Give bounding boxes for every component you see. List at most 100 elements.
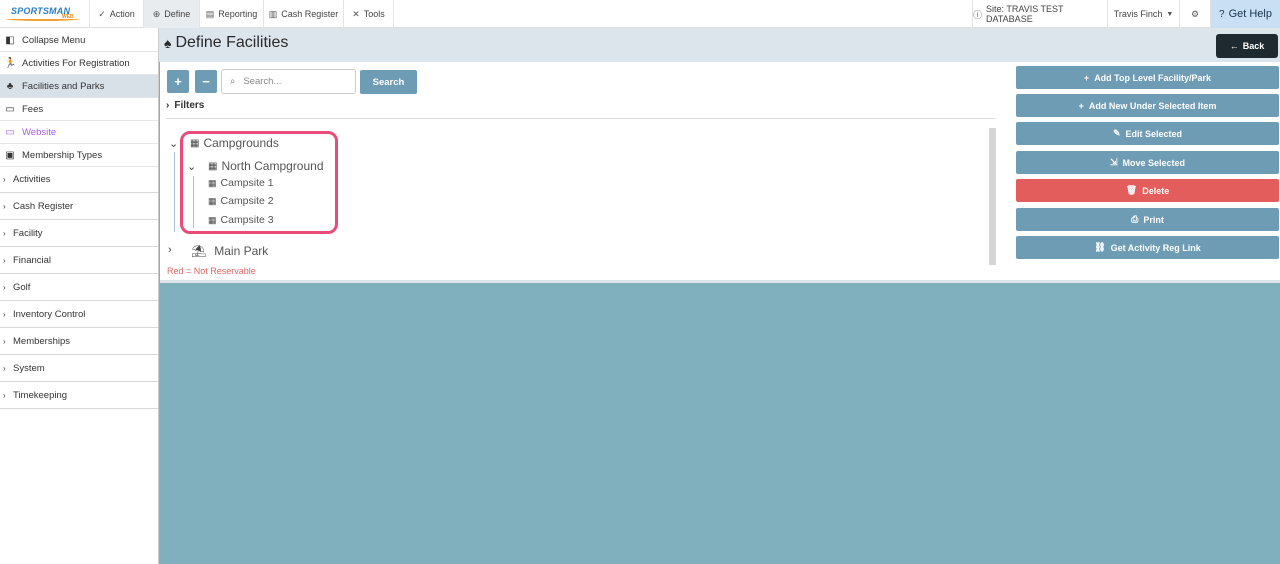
document-icon: ▤ <box>205 8 215 19</box>
action-label: Add Top Level Facility/Park <box>1094 72 1212 83</box>
minus-icon: − <box>202 74 210 89</box>
chevron-right-icon: › <box>3 336 6 346</box>
nav-action[interactable]: ✓ Action <box>90 0 144 28</box>
site-selector[interactable]: ⓘ Site: TRAVIS TEST DATABASE <box>972 0 1108 28</box>
nav-reporting[interactable]: ▤ Reporting <box>200 0 264 28</box>
plus-icon: + <box>1078 100 1084 111</box>
sidebar-item-facilities-and-parks[interactable]: ♣ Facilities and Parks <box>0 75 158 98</box>
action-label: Get Activity Reg Link <box>1110 242 1201 253</box>
site-label: Site: TRAVIS TEST DATABASE <box>986 4 1064 24</box>
plus-icon: + <box>1083 72 1090 83</box>
sidebar-group-system[interactable]: › System <box>0 355 158 382</box>
action-label: Print <box>1143 214 1164 225</box>
tree-guide-line <box>174 152 175 232</box>
sportsman-logo[interactable]: SPORTSMAN WEB <box>0 0 90 28</box>
sidebar-group-label: Inventory Control <box>13 308 86 320</box>
chevron-right-icon: › <box>3 174 6 184</box>
chevron-right-icon: › <box>3 201 6 211</box>
add-top-level-button[interactable]: + Add Top Level Facility/Park <box>1016 66 1279 89</box>
collapse-icon: ◧ <box>5 34 15 46</box>
browser-icon: ▭ <box>5 126 15 138</box>
print-button[interactable]: ⎙ Print <box>1016 208 1279 231</box>
search-button[interactable]: Search <box>360 70 417 94</box>
action-label: Delete <box>1142 185 1170 196</box>
sidebar-item-collapse-menu[interactable]: ◧ Collapse Menu <box>0 29 158 52</box>
nav-reporting-label: Reporting <box>218 9 258 19</box>
search-input[interactable]: ⌕ Search... <box>221 69 356 94</box>
arrow-left-icon: ← <box>1229 41 1239 51</box>
page-title: ♠ Define Facilities <box>164 34 288 52</box>
chevron-right-icon: › <box>166 100 170 111</box>
sidebar-item-label: Membership Types <box>22 149 103 161</box>
top-navbar: SPORTSMAN WEB ✓ Action ⊕ Define ▤ Report… <box>0 0 1280 28</box>
sidebar-group-label: Cash Register <box>13 200 74 212</box>
nav-define[interactable]: ⊕ Define <box>144 0 200 28</box>
sidebar-item-label: Facilities and Parks <box>22 80 105 92</box>
pointer-icon: ⇲ <box>1109 157 1118 167</box>
caret-down-icon: ▼ <box>1166 10 1174 18</box>
back-button[interactable]: ← Back <box>1216 34 1278 58</box>
page-header <box>159 28 1280 62</box>
chevron-right-icon: › <box>3 282 6 292</box>
sidebar-group-label: Financial <box>13 254 52 266</box>
sidebar-group-inventory-control[interactable]: › Inventory Control <box>0 301 158 328</box>
sidebar-group-facility[interactable]: › Facility <box>0 220 158 247</box>
sidebar-group-golf[interactable]: › Golf <box>0 274 158 301</box>
sidebar-item-label: Website <box>22 126 57 138</box>
chevron-right-icon: › <box>3 255 6 265</box>
sidebar-group-cash-register[interactable]: › Cash Register <box>0 193 158 220</box>
nav-tools[interactable]: ✕ Tools <box>344 0 394 28</box>
chevron-right-icon: › <box>3 228 6 238</box>
action-label: Add New Under Selected Item <box>1088 100 1217 111</box>
sidebar-group-timekeeping[interactable]: › Timekeeping <box>0 382 158 409</box>
nav-cash-register[interactable]: ▥ Cash Register <box>264 0 344 28</box>
sidebar-group-label: Golf <box>13 281 31 293</box>
filters-toggle[interactable]: › Filters <box>166 100 204 111</box>
tree-icon: ♠ <box>164 35 172 51</box>
chevron-right-icon[interactable]: › <box>168 244 172 256</box>
tree-node-main-park[interactable]: ⛱ Main Park <box>191 244 268 258</box>
sidebar-item-fees[interactable]: ▭ Fees <box>0 98 158 121</box>
highlight-annotation <box>180 131 338 234</box>
trash-icon: 🗑 <box>1125 185 1138 195</box>
sidebar-item-website[interactable]: ▭ Website <box>0 121 158 144</box>
sidebar-group-activities[interactable]: › Activities <box>0 166 158 193</box>
move-selected-button[interactable]: ⇲ Move Selected <box>1016 151 1279 174</box>
search-placeholder: Search... <box>243 76 282 87</box>
page-title-text: Define Facilities <box>175 34 289 51</box>
check-icon: ✓ <box>98 8 106 19</box>
sidebar-group-label: System <box>13 362 45 374</box>
sidebar-group-label: Facility <box>13 227 43 239</box>
nav-tools-label: Tools <box>363 9 385 19</box>
delete-button[interactable]: 🗑 Delete <box>1016 179 1279 202</box>
collapse-all-button[interactable]: − <box>195 70 217 93</box>
tree-scrollbar[interactable] <box>989 128 996 265</box>
user-menu[interactable]: Travis Finch ▼ <box>1108 0 1180 28</box>
sidebar-group-memberships[interactable]: › Memberships <box>0 328 158 355</box>
chevron-right-icon: › <box>3 363 6 373</box>
park-icon: ⛱ <box>191 244 207 258</box>
plus-icon: + <box>174 74 182 89</box>
plus-circle-icon: ⊕ <box>152 8 161 19</box>
gear-icon: ⚙ <box>1190 8 1200 19</box>
add-under-selected-button[interactable]: + Add New Under Selected Item <box>1016 94 1279 117</box>
cash-register-icon: ▥ <box>268 8 278 19</box>
sidebar-item-label: Collapse Menu <box>22 34 86 46</box>
sidebar-group-label: Activities <box>13 173 51 185</box>
settings-button[interactable]: ⚙ <box>1180 0 1211 28</box>
nav-cash-register-label: Cash Register <box>281 9 339 19</box>
get-activity-reg-link-button[interactable]: ⛓ Get Activity Reg Link <box>1016 236 1279 259</box>
nav-define-label: Define <box>164 9 191 19</box>
sidebar-item-membership-types[interactable]: ▣ Membership Types <box>0 144 158 167</box>
sidebar-group-financial[interactable]: › Financial <box>0 247 158 274</box>
user-name: Travis Finch <box>1113 9 1163 19</box>
sidebar-item-activities-for-registration[interactable]: 🏃 Activities For Registration <box>0 52 158 75</box>
id-card-icon: ▣ <box>5 149 15 161</box>
sidebar-group-label: Memberships <box>13 335 71 347</box>
get-help-button[interactable]: ? Get Help <box>1211 0 1280 28</box>
edit-selected-button[interactable]: ✎ Edit Selected <box>1016 122 1279 145</box>
chevron-down-icon[interactable]: ⌄ <box>169 137 178 150</box>
search-icon: ⌕ <box>230 76 236 87</box>
chevron-right-icon: › <box>3 390 6 400</box>
expand-all-button[interactable]: + <box>167 70 189 93</box>
